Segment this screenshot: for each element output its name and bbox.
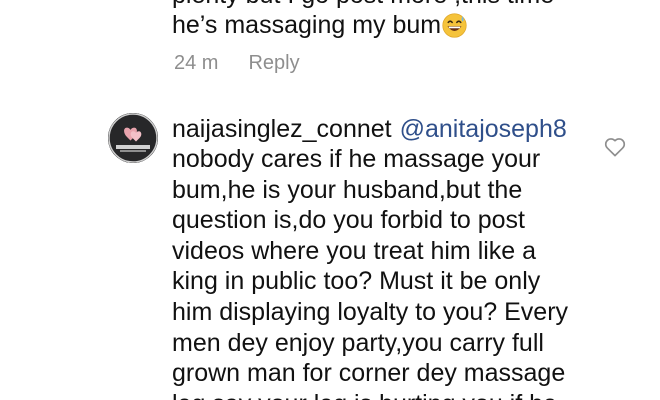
comment-text-line: videos where you treat him like a [172,236,537,265]
reply-button[interactable]: Reply [248,52,299,75]
avatar[interactable] [108,113,158,163]
comment-username[interactable]: naijasinglez_connet [172,115,392,143]
previous-comment-cut-line: plenty but I go post more ,this time [172,0,554,10]
comment-header: naijasinglez_connet @anitajoseph8 [172,114,592,144]
heart-outline-icon[interactable] [604,137,626,157]
comment-text-line: question is,do you forbid to post [172,206,526,235]
comment-text-line: king in public too? Must it be only [172,267,541,296]
comment-text-line: nobody cares if he massage your [172,145,541,173]
comment-body: naijasinglez_connet @anitajoseph8 nobody … [172,114,592,400]
naija-singlez-logo-icon [108,113,158,163]
comment-text-line: leg say your leg is hurting you.if he [172,389,592,400]
previous-comment-meta: 24 m Reply [174,52,300,75]
comment-text-line: him displaying loyalty to you? Every [172,297,569,326]
comment-text-line: bum,he is your husband,but the [172,175,523,204]
previous-comment-text: he’s massaging my bum [172,10,467,40]
previous-comment-line: he’s massaging my bum [172,11,442,39]
comment-mention[interactable]: @anitajoseph8 [400,115,567,143]
comment-timestamp: 24 m [174,52,219,74]
grinning-sweat-emoji-icon [442,12,467,38]
comment-text-line: grown man for corner dey massage [172,359,566,388]
comment-text-line: men dey enjoy party,you carry full [172,328,544,357]
comment-thread: plenty but I go post more ,this time he’… [0,0,660,400]
